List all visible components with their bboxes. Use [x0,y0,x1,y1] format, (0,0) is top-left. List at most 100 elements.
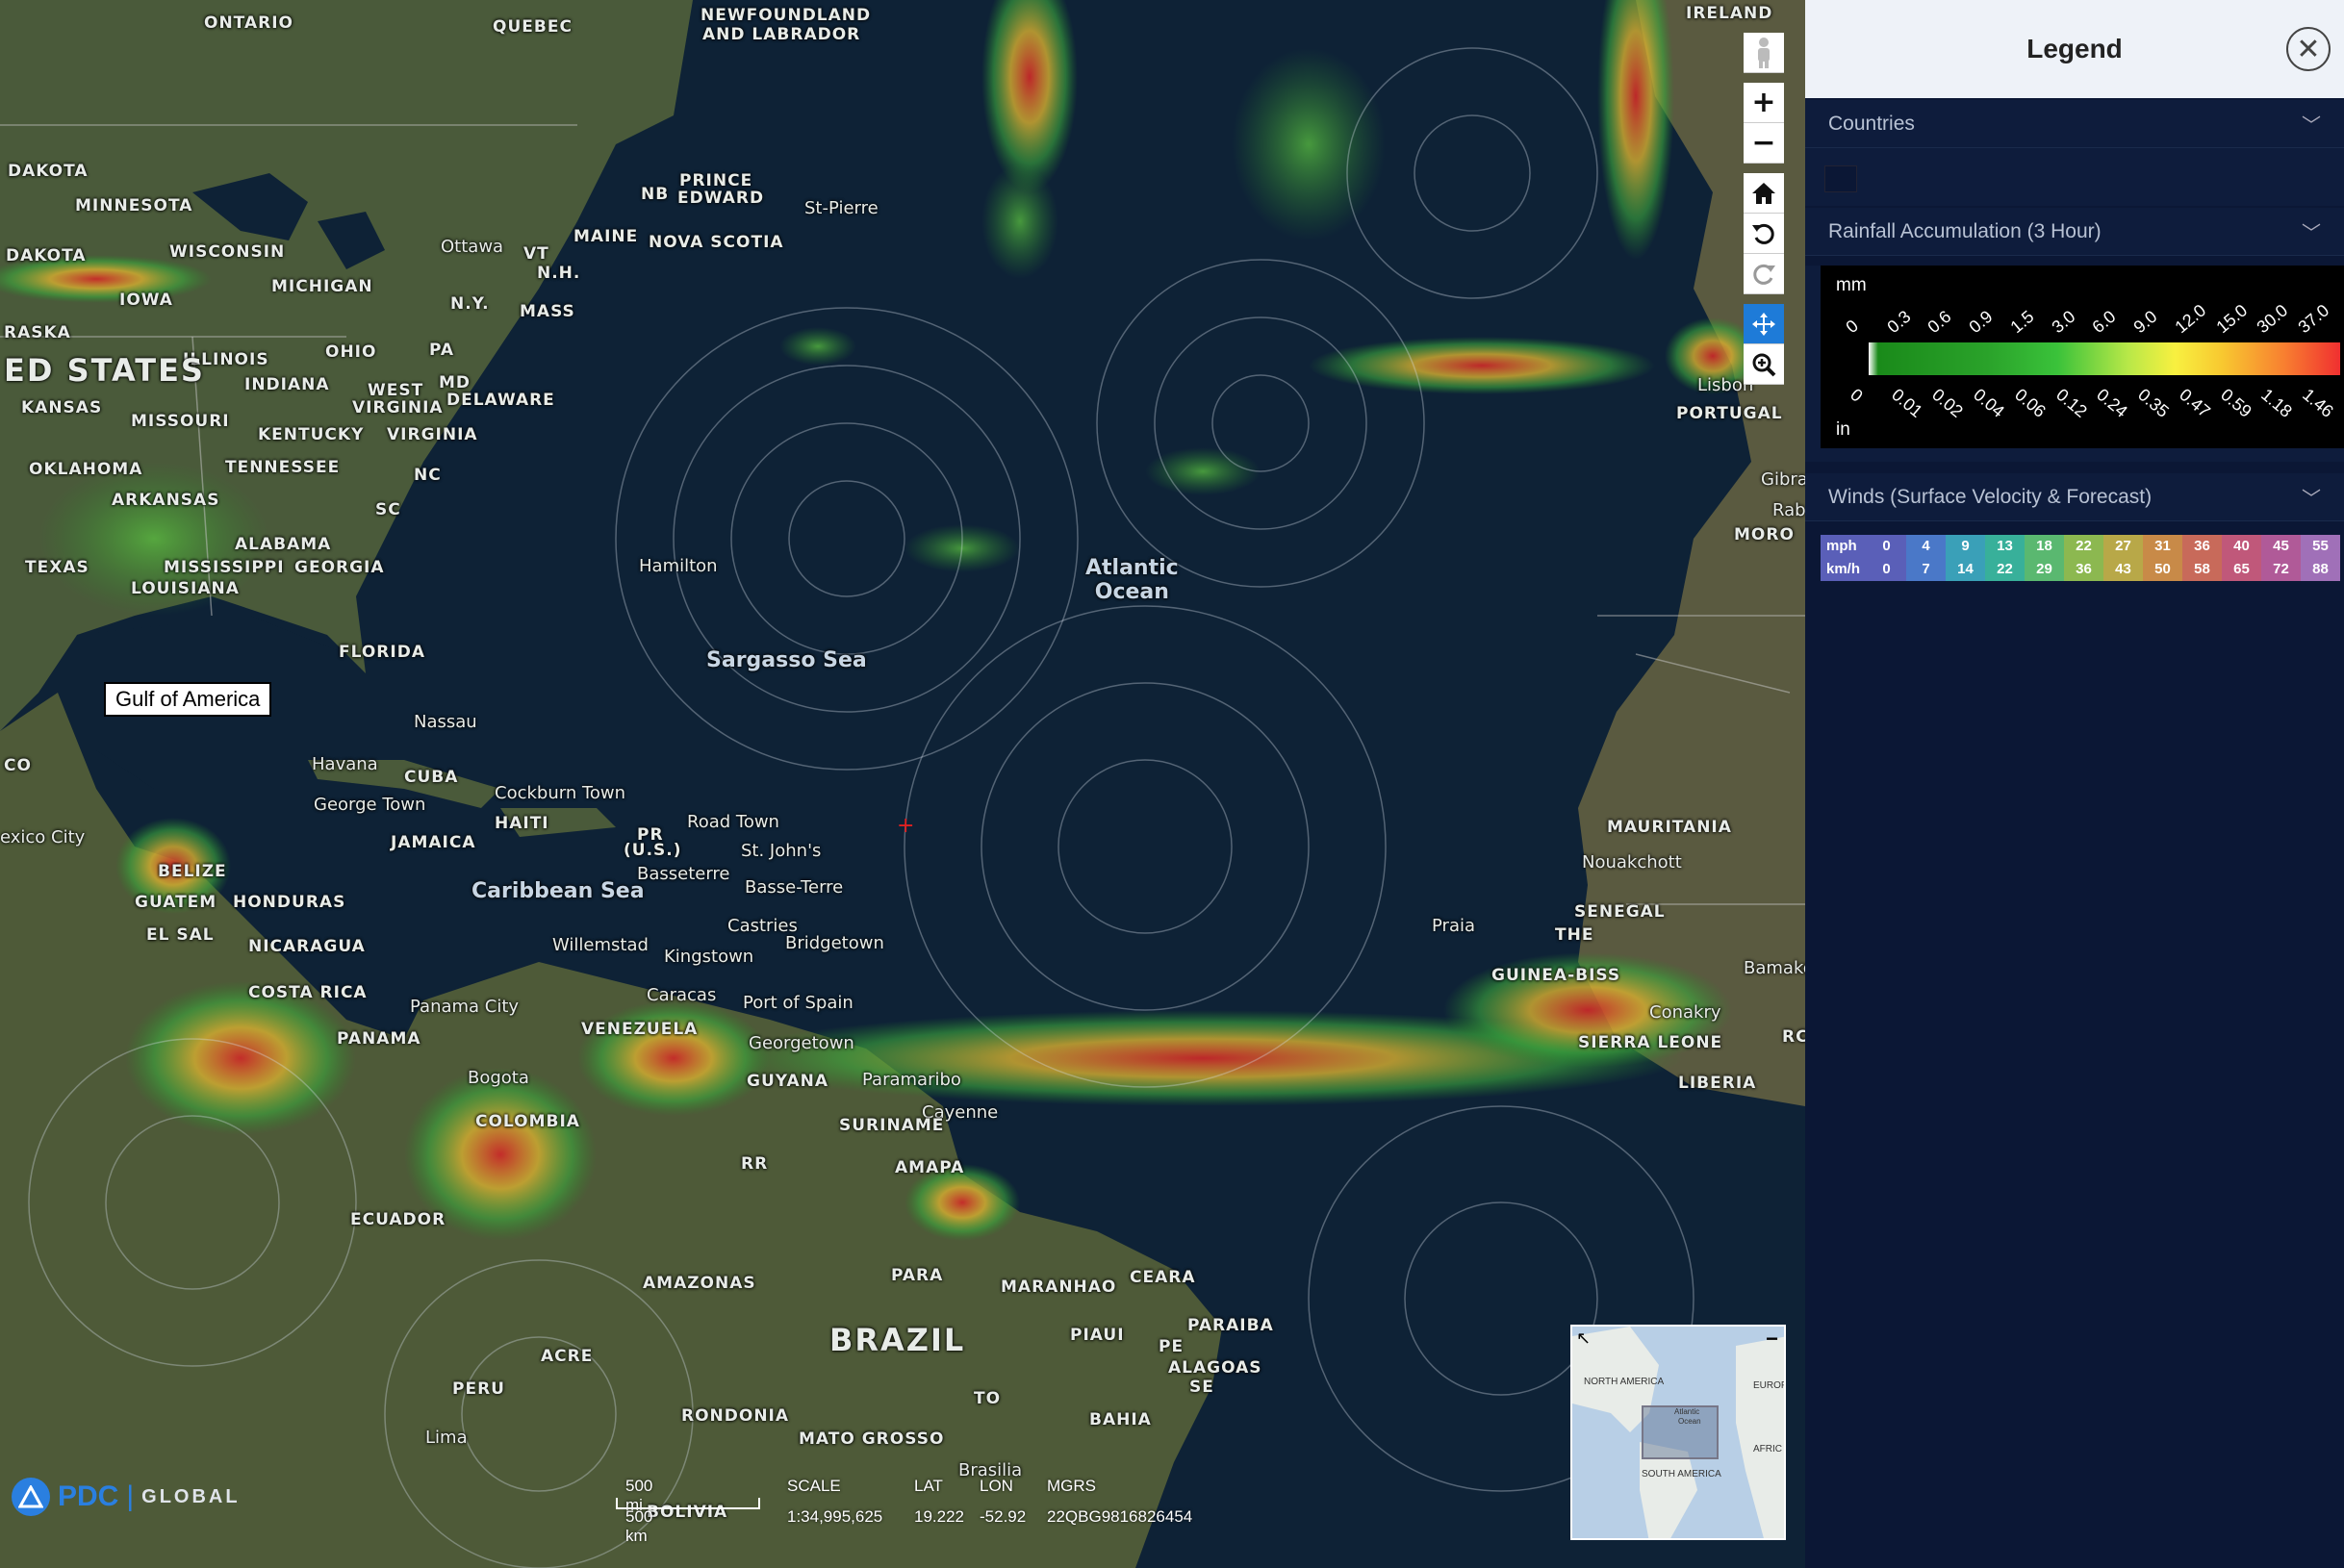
place-label: ACRE [541,1347,594,1366]
rain-mm-tick: 0.3 [1883,306,1915,338]
place-label: DAKOTA [6,246,87,266]
place-label: NOVA SCOTIA [649,233,784,252]
overview-map[interactable]: ↖ − NORTH AMERICA SOUTH AMERICA EUROP AF… [1570,1325,1786,1540]
wind-kmh-cell: 65 [2222,558,2261,581]
place-label: Port of Spain [743,993,854,1013]
place-label: Caribbean Sea [471,879,645,903]
place-label: NICARAGUA [248,937,366,956]
place-label: ED STATES [4,352,205,389]
mgrs-readout: MGRS 22QBG9816826454 [1047,1477,1192,1527]
countries-swatch [1824,165,1857,192]
zoom-box-button[interactable] [1744,344,1784,385]
rain-mm-tick: 0.6 [1924,306,1955,338]
wind-kmh-label: km/h [1821,558,1867,581]
scale-readout: SCALE 1:34,995,625 [787,1477,882,1527]
rain-mm-tick: 9.0 [2129,306,2161,338]
place-label: RASKA [4,323,71,342]
place-label: DAKOTA [8,162,89,181]
wind-mph-cell: 45 [2261,535,2301,558]
lat-value: 19.222 [914,1507,964,1526]
wind-kmh-cell: 58 [2182,558,2222,581]
place-label: LOUISIANA [131,579,240,598]
place-label: Basse-Terre [745,877,844,898]
zoom-out-button[interactable]: − [1744,123,1784,164]
wind-kmh-cell: 7 [1906,558,1946,581]
place-label: VIRGINIA [387,425,478,444]
place-label: WISCONSIN [169,242,286,262]
mgrs-value: 22QBG9816826454 [1047,1507,1193,1526]
place-label: Praia [1432,916,1475,936]
wind-mph-cell: 36 [2182,535,2222,558]
place-label: exico City [0,827,86,847]
legend-section-rainfall[interactable]: Rainfall Accumulation (3 Hour) ﹀ [1805,208,2344,256]
rain-in-tick: 0.02 [1928,385,1968,421]
place-label: LIBERIA [1678,1074,1757,1093]
wind-kmh-cell: 22 [1985,558,2025,581]
rainfall-gradient-bar [1869,342,2340,375]
rain-in-tick: 0.59 [2216,385,2255,421]
wind-mph-cell: 4 [1906,535,1946,558]
home-icon [1752,182,1775,204]
close-legend-button[interactable]: ✕ [2286,27,2331,71]
place-label: Paramaribo [862,1070,961,1090]
legend-section-label: Rainfall Accumulation (3 Hour) [1828,219,2102,242]
overview-expand-icon[interactable]: ↖ [1576,1328,1591,1349]
place-label: TENNESSEE [225,458,341,477]
place-label: OKLAHOMA [29,460,143,479]
place-label: Bridgetown [785,933,884,953]
place-label: EDWARD [677,189,765,208]
rainfall-color-scale: mm in 0 0.3 0.6 0.9 1.5 3.0 6.0 9.0 12.0 15.0 30.0… [1821,266,2344,448]
rotate-ccw-icon [1752,223,1774,244]
place-label: Caracas [647,985,717,1005]
home-button[interactable] [1744,173,1784,214]
mgrs-label: MGRS [1047,1477,1096,1495]
rotate-cw-icon [1753,264,1775,285]
place-label: SC [375,500,401,519]
place-label: Nassau [414,712,477,732]
rain-in-tick: 0 [1847,385,1867,406]
gulf-of-america-label[interactable]: Gulf of America [104,682,272,717]
scale-label: SCALE [787,1477,841,1495]
wind-kmh-cell: 88 [2301,558,2340,581]
lat-label: LAT [914,1477,943,1495]
place-label: THE [1555,925,1594,945]
zoom-in-button[interactable]: + [1744,83,1784,123]
pan-icon [1752,312,1775,336]
place-label: EL SAL [146,925,215,945]
legend-section-label: Winds (Surface Velocity & Forecast) [1828,485,2153,508]
place-label: St-Pierre [804,198,879,218]
overview-minimize-button[interactable]: − [1766,1327,1778,1352]
place-label: VIRGINIA [352,398,444,417]
close-icon: ✕ [2296,32,2321,66]
place-label: NEWFOUNDLAND [701,6,872,25]
place-label: Bogota [468,1068,529,1088]
rotate-right-button[interactable] [1744,254,1784,294]
place-label: MISSISSIPPI [164,558,285,577]
lon-label: LON [980,1477,1013,1495]
legend-section-winds[interactable]: Winds (Surface Velocity & Forecast) ﹀ [1805,473,2344,521]
place-label: MAINE [573,227,639,246]
rotate-left-button[interactable] [1744,214,1784,254]
rain-in-tick: 0.01 [1887,385,1926,421]
person-icon [1758,37,1770,68]
wind-mph-cell: 0 [1867,535,1906,558]
map-view[interactable]: ONTARIO QUEBEC NEWFOUNDLAND AND LABRADOR DAK… [0,0,1805,1568]
legend-section-countries[interactable]: Countries ﹀ [1805,100,2344,148]
place-label: CO [4,756,32,775]
place-label: RC [1782,1027,1805,1047]
place-label: CEARA [1130,1268,1196,1287]
crosshair-icon: + [897,814,915,838]
legend-section-label: Countries [1828,112,1915,135]
rain-in-tick: 0.04 [1970,385,2009,421]
pan-button[interactable] [1744,304,1784,344]
place-label: Ottawa [441,237,504,257]
rain-in-tick: 1.46 [2299,385,2337,421]
pdc-logo: PDC | GLOBAL [12,1478,241,1516]
place-label: PE [1159,1337,1185,1356]
wind-kmh-cell: 50 [2143,558,2182,581]
place-label: N.Y. [450,294,490,314]
overview-label-ocean: Ocean [1678,1417,1701,1426]
place-label: MICHIGAN [271,277,373,296]
wind-color-scale: mph 0 4 9 13 18 22 27 31 36 40 45 55 km/h 0 7 14 22 29 3… [1821,535,2340,581]
street-view-button[interactable] [1744,33,1784,73]
